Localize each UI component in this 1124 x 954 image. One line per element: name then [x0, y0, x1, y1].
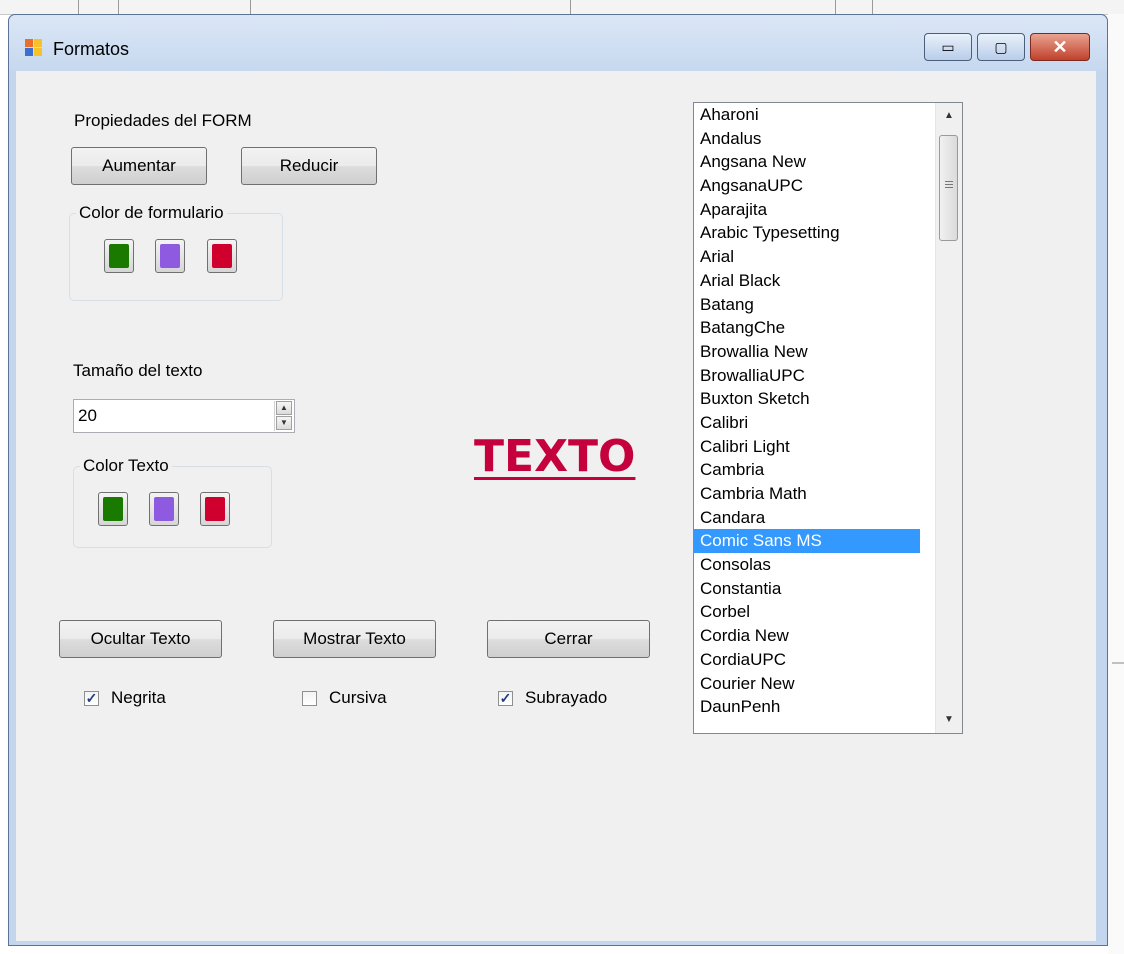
form-properties-label: Propiedades del FORM: [74, 111, 252, 130]
bold-checkbox-box[interactable]: ✓: [84, 690, 99, 706]
close-window-button[interactable]: ✕: [1030, 33, 1090, 61]
font-list-item[interactable]: Arabic Typesetting: [694, 221, 920, 245]
minimize-icon: ▭: [941, 38, 955, 55]
font-list-item[interactable]: Aparajita: [694, 198, 920, 222]
font-list-item[interactable]: CordiaUPC: [694, 648, 920, 672]
font-list-item[interactable]: Andalus: [694, 127, 920, 151]
reduce-button[interactable]: Reducir: [241, 147, 377, 185]
font-list-item[interactable]: Constantia: [694, 577, 920, 601]
maximize-button[interactable]: ▢: [977, 33, 1025, 61]
italic-checkbox-box[interactable]: [302, 690, 317, 706]
maximize-icon: ▢: [994, 38, 1008, 55]
background-separator: [872, 0, 873, 14]
text-color-purple-button[interactable]: [149, 492, 179, 526]
font-list-item[interactable]: Calibri: [694, 411, 920, 435]
background-mark: [1112, 662, 1124, 664]
font-list-item[interactable]: Comic Sans MS: [694, 529, 920, 554]
font-list-item[interactable]: Courier New: [694, 672, 920, 696]
font-list-item[interactable]: Candara: [694, 506, 920, 530]
font-list-item[interactable]: Cambria Math: [694, 482, 920, 506]
background-right-edge: [1108, 14, 1124, 954]
font-list-item[interactable]: AngsanaUPC: [694, 174, 920, 198]
preview-text: TEXTO: [474, 431, 636, 482]
font-list-item[interactable]: Aharoni: [694, 103, 920, 127]
window-title: Formatos: [53, 39, 130, 59]
green-swatch: [109, 244, 129, 268]
font-list-scrollbar[interactable]: ▲ ▼: [935, 103, 962, 733]
font-list-item[interactable]: Arial: [694, 245, 920, 269]
underline-checkbox-label: Subrayado: [525, 688, 608, 707]
font-list[interactable]: Aharoni Andalus Angsana New AngsanaUPC Apara…: [693, 102, 963, 734]
increase-button[interactable]: Aumentar: [71, 147, 207, 185]
text-color-green-button[interactable]: [98, 492, 128, 526]
title-bar[interactable]: Formatos ▭ ▢ ✕: [9, 15, 1107, 71]
font-list-item[interactable]: Batang: [694, 293, 920, 317]
font-list-item[interactable]: Buxton Sketch: [694, 387, 920, 411]
font-list-item[interactable]: DaunPenh: [694, 695, 920, 719]
background-separator: [250, 0, 251, 14]
formatos-window: Formatos ▭ ▢ ✕ Propiedades del FORM Aume…: [8, 14, 1108, 946]
bold-checkbox-label: Negrita: [111, 688, 166, 707]
text-color-group-title: Color Texto: [80, 456, 172, 476]
font-list-item[interactable]: BrowalliaUPC: [694, 364, 920, 388]
close-icon: ✕: [1052, 36, 1068, 57]
close-form-button[interactable]: Cerrar: [487, 620, 650, 658]
form-color-green-button[interactable]: [104, 239, 134, 273]
grip-icon: [945, 181, 953, 191]
red-swatch: [212, 244, 232, 268]
form-client-area: Propiedades del FORM Aumentar Reducir Co…: [16, 71, 1096, 941]
font-list-item[interactable]: Consolas: [694, 553, 920, 577]
text-color-group: Color Texto: [73, 456, 272, 548]
background-separator: [78, 0, 79, 14]
form-color-purple-button[interactable]: [155, 239, 185, 273]
font-list-item[interactable]: Arial Black: [694, 269, 920, 293]
form-icon: [25, 39, 43, 57]
font-list-item[interactable]: Cordia New: [694, 624, 920, 648]
purple-swatch: [160, 244, 180, 268]
font-list-item[interactable]: Calibri Light: [694, 435, 920, 459]
green-swatch: [103, 497, 123, 521]
minimize-button[interactable]: ▭: [924, 33, 972, 61]
font-list-item[interactable]: BatangChe: [694, 316, 920, 340]
underline-checkbox[interactable]: ✓ Subrayado: [498, 688, 607, 708]
red-swatch: [205, 497, 225, 521]
text-color-red-button[interactable]: [200, 492, 230, 526]
show-text-button[interactable]: Mostrar Texto: [273, 620, 436, 658]
font-list-item[interactable]: Cambria: [694, 458, 920, 482]
background-separator: [835, 0, 836, 14]
text-size-value: 20: [78, 406, 97, 425]
stepper-up-button[interactable]: ▲: [276, 401, 292, 415]
stepper-arrows: ▲ ▼: [274, 401, 293, 431]
underline-checkbox-box[interactable]: ✓: [498, 690, 513, 706]
font-list-item[interactable]: Browallia New: [694, 340, 920, 364]
form-color-group-title: Color de formulario: [76, 203, 227, 223]
font-list-item[interactable]: Corbel: [694, 600, 920, 624]
background-separator: [570, 0, 571, 14]
text-size-stepper[interactable]: 20 ▲ ▼: [73, 399, 295, 433]
bold-checkbox[interactable]: ✓ Negrita: [84, 688, 166, 708]
scroll-up-icon[interactable]: ▲: [936, 103, 962, 129]
form-color-group: Color de formulario: [69, 203, 283, 301]
background-separator: [118, 0, 119, 14]
italic-checkbox[interactable]: Cursiva: [302, 688, 387, 708]
purple-swatch: [154, 497, 174, 521]
font-list-items: Aharoni Andalus Angsana New AngsanaUPC Apara…: [694, 103, 962, 719]
hide-text-button[interactable]: Ocultar Texto: [59, 620, 222, 658]
form-color-red-button[interactable]: [207, 239, 237, 273]
background-ide-strip: [0, 0, 1124, 15]
italic-checkbox-label: Cursiva: [329, 688, 387, 707]
scroll-down-icon[interactable]: ▼: [936, 707, 962, 733]
scroll-thumb[interactable]: [939, 135, 958, 241]
font-list-item[interactable]: Angsana New: [694, 150, 920, 174]
text-size-label: Tamaño del texto: [73, 361, 203, 380]
stepper-down-button[interactable]: ▼: [276, 416, 292, 430]
